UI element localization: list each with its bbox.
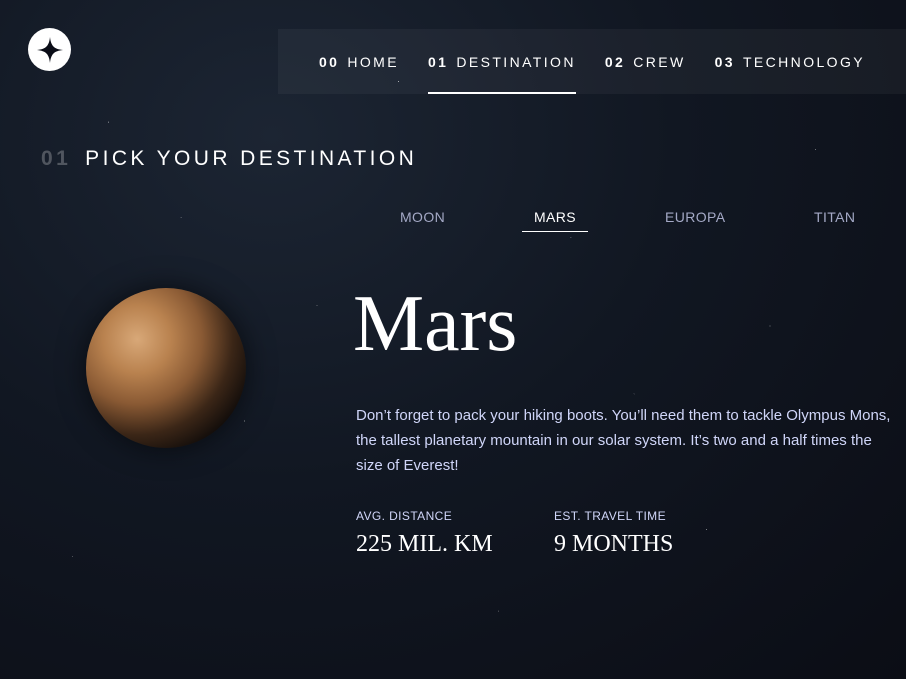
nav-item-home[interactable]: 00 HOME [319,29,399,94]
tab-moon[interactable]: MOON [400,209,445,231]
tab-europa[interactable]: EUROPA [665,209,726,231]
stat-travel-time: EST. TRAVEL TIME 9 MONTHS [554,509,673,558]
logo[interactable] [28,28,71,71]
nav-item-label: CREW [633,53,686,70]
nav-item-label: HOME [347,53,399,70]
stat-distance-label: AVG. DISTANCE [356,509,453,523]
page-heading-number: 01 [41,147,72,170]
main-navigation: 00 HOME 01 DESTINATION 02 CREW 03 TECHNO… [278,29,906,94]
mars-planet-image [86,288,246,448]
nav-item-technology[interactable]: 03 TECHNOLOGY [715,29,865,94]
nav-item-number: 00 [319,53,340,70]
nav-item-crew[interactable]: 02 CREW [605,29,686,94]
nav-item-number: 02 [604,53,626,70]
stat-travel-label: EST. TRAVEL TIME [554,509,666,523]
nav-item-destination[interactable]: 01 DESTINATION [427,29,576,94]
stat-travel-value: 9 MONTHS [554,531,674,557]
destination-tabs: MOON MARS EUROPA TITAN [0,209,906,235]
nav-item-number: 03 [714,53,735,70]
destination-name: Mars [353,280,518,368]
nav-item-number: 01 [427,53,449,70]
stat-distance-value: 225 MIL. KM [356,531,493,557]
page-heading-text: PICK YOUR DESTINATION [85,147,418,170]
page-heading: 01 PICK YOUR DESTINATION [41,147,417,171]
destination-description: Don’t forget to pack your hiking boots. … [356,407,891,474]
stat-distance: AVG. DISTANCE 225 MIL. KM [356,509,493,558]
four-point-star-icon [36,36,63,63]
tab-mars[interactable]: MARS [522,209,589,232]
nav-item-label: TECHNOLOGY [742,53,865,70]
tab-titan[interactable]: TITAN [814,209,855,231]
nav-item-label: DESTINATION [456,53,576,70]
